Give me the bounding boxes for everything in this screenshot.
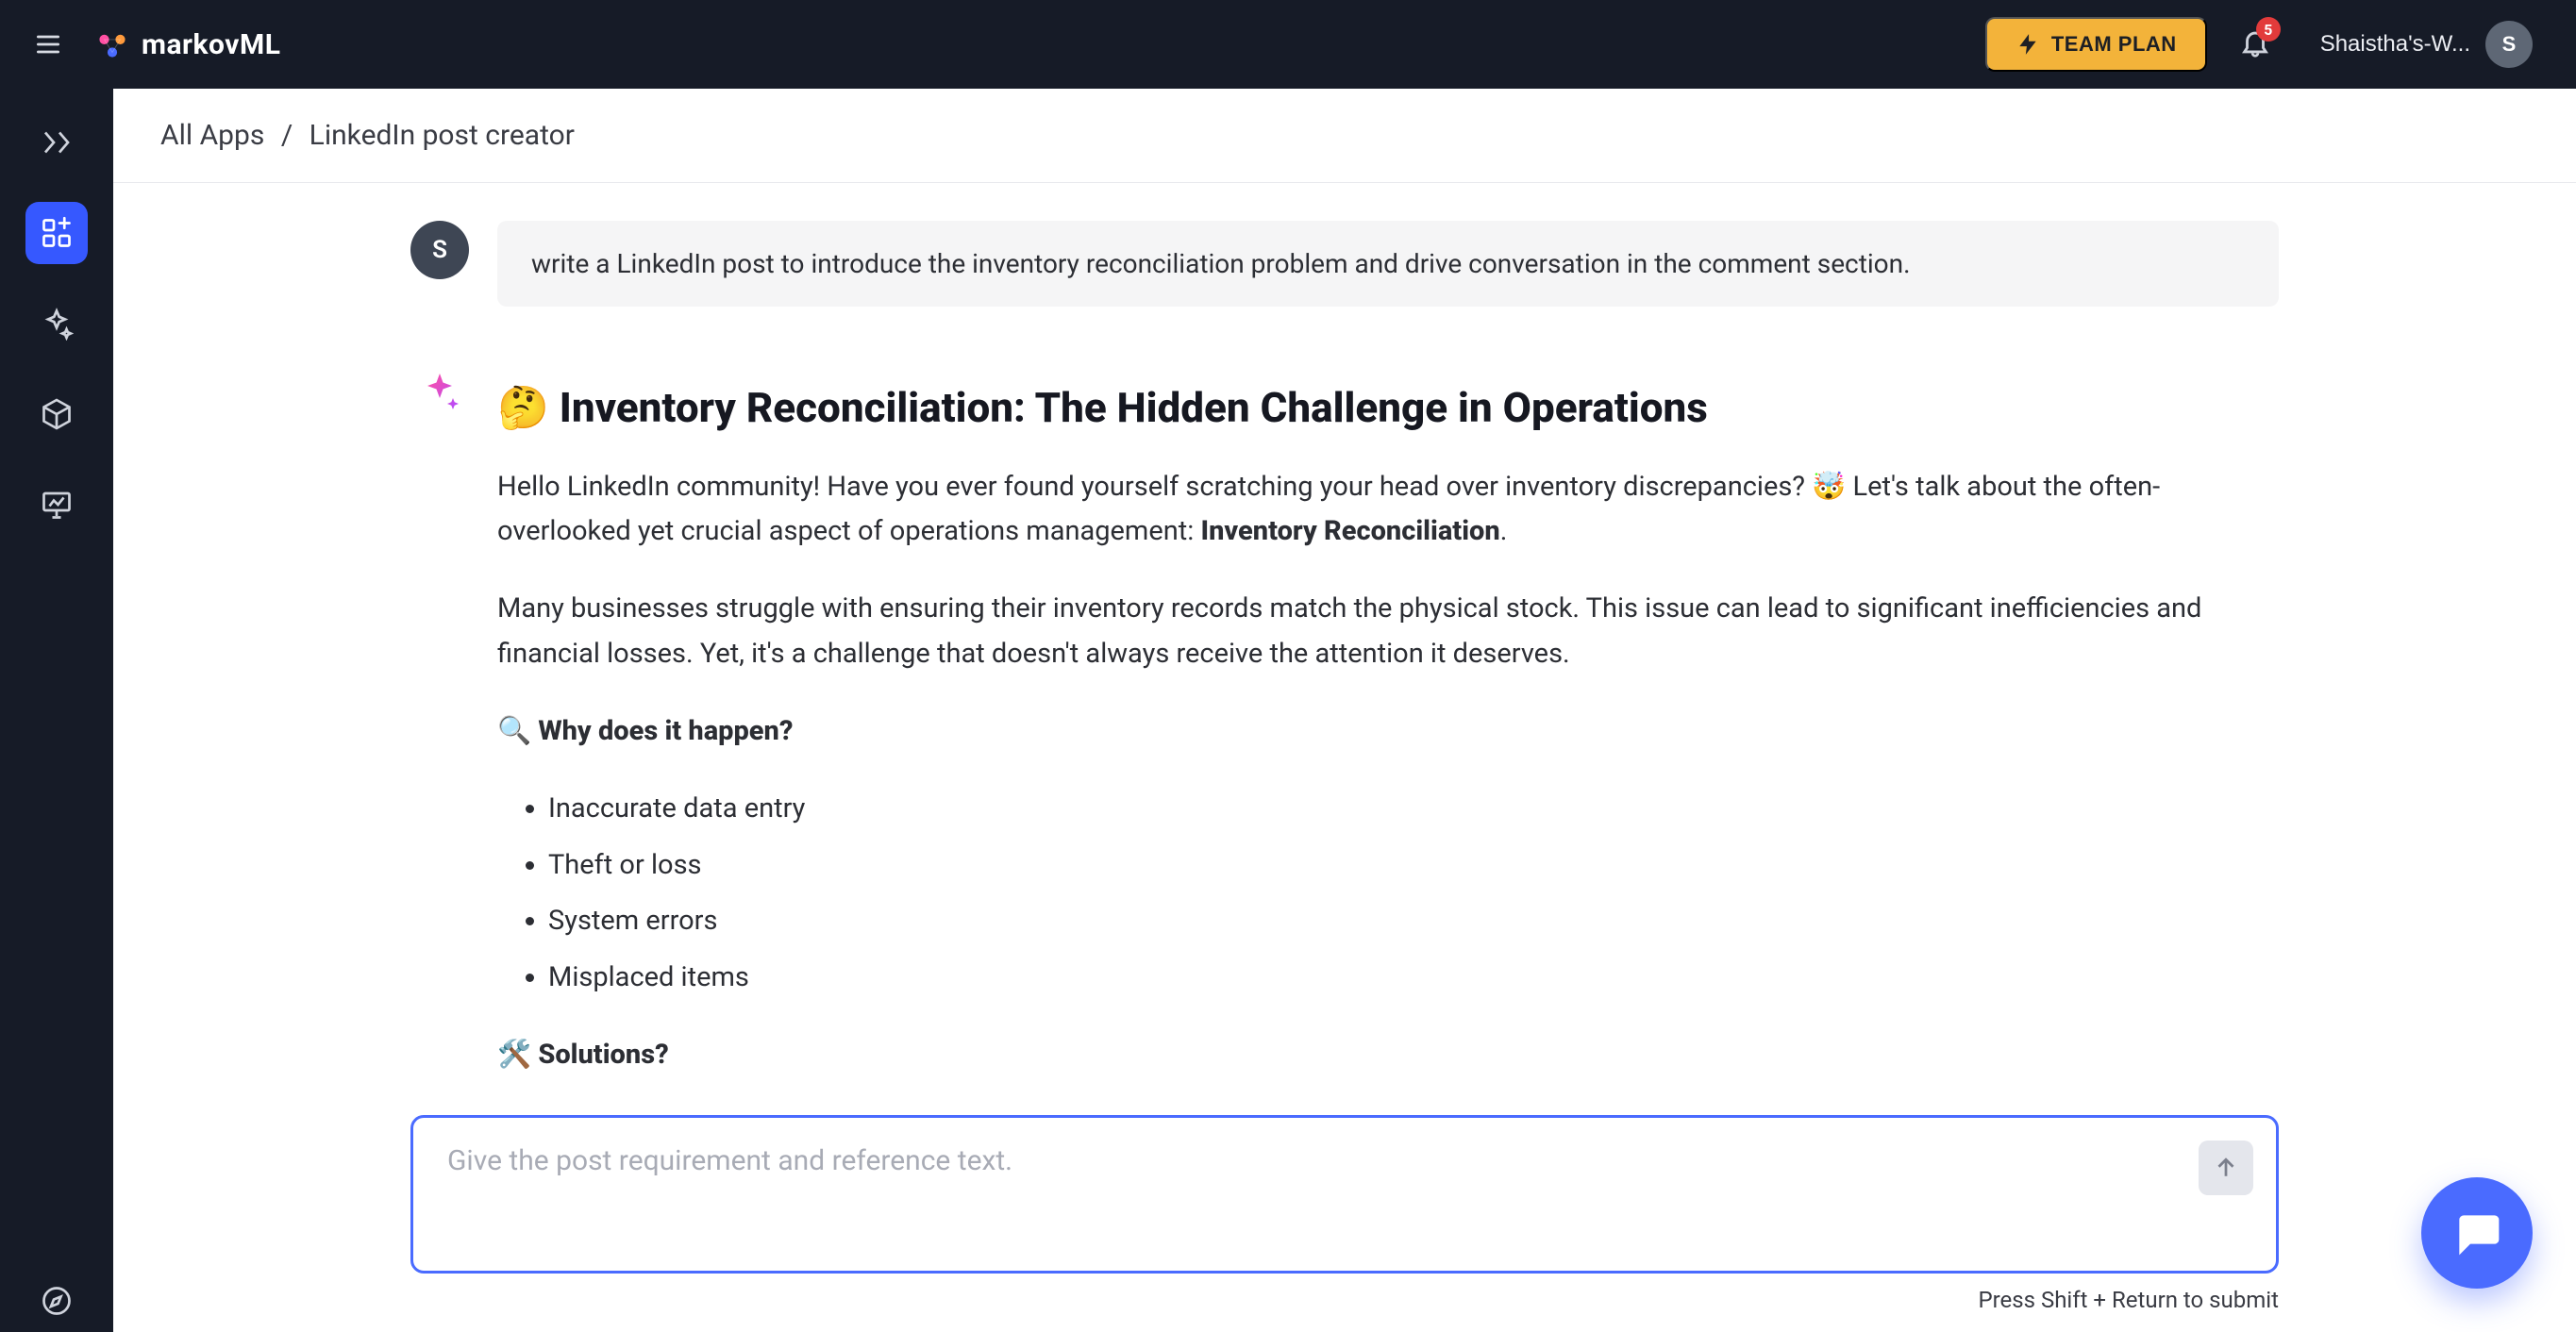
presentation-icon	[40, 488, 74, 522]
list-item: Theft or loss	[548, 843, 2279, 889]
support-chat-fab[interactable]	[2421, 1177, 2533, 1289]
cube-icon	[40, 397, 74, 431]
composer-wrap: Press Shift + Return to submit	[113, 1115, 2576, 1332]
ai-paragraph-1: Hello LinkedIn community! Have you ever …	[497, 465, 2279, 556]
flows-icon	[40, 125, 74, 159]
ai-paragraph-2: Many businesses struggle with ensuring t…	[497, 587, 2279, 677]
brand-name: markovML	[142, 28, 280, 61]
user-message-bubble: write a LinkedIn post to introduce the i…	[497, 221, 2279, 307]
nav-analytics[interactable]	[25, 474, 88, 536]
page-content: All Apps / LinkedIn post creator S write…	[113, 89, 2576, 1332]
arrow-up-icon	[2212, 1154, 2240, 1182]
breadcrumb-current: LinkedIn post creator	[309, 119, 575, 152]
user-avatar-small: S	[410, 221, 469, 279]
notification-count-badge: 5	[2256, 17, 2281, 42]
ai-message-row: 🤔 Inventory Reconciliation: The Hidden C…	[410, 363, 2279, 1110]
user-message-row: S write a LinkedIn post to introduce the…	[410, 221, 2279, 307]
apps-icon	[40, 216, 74, 250]
submit-hint: Press Shift + Return to submit	[410, 1287, 2279, 1313]
breadcrumb-separator: /	[281, 119, 293, 152]
breadcrumb: All Apps / LinkedIn post creator	[113, 89, 2576, 183]
nav-flows[interactable]	[25, 111, 88, 174]
nav-models[interactable]	[25, 383, 88, 445]
sparkle-gradient-icon	[417, 370, 462, 415]
list-item: Inaccurate data entry	[548, 787, 2279, 832]
chat-bubble-icon	[2451, 1207, 2503, 1259]
workspace-switcher[interactable]: Shaistha's-W... S	[2303, 13, 2550, 75]
ai-avatar	[410, 363, 469, 422]
notifications-button[interactable]: 5	[2239, 26, 2271, 62]
list-item: Misplaced items	[548, 956, 2279, 1001]
ai-why-heading: 🔍 Why does it happen?	[497, 709, 2279, 755]
lightning-icon	[2016, 32, 2040, 57]
menu-toggle-button[interactable]	[26, 23, 70, 66]
compass-icon	[40, 1284, 74, 1318]
ai-message-body: 🤔 Inventory Reconciliation: The Hidden C…	[497, 363, 2279, 1110]
nav-apps[interactable]	[25, 202, 88, 264]
topbar: markovML TEAM PLAN 5 Shaistha's-W... S	[0, 0, 2576, 89]
list-item: System errors	[548, 899, 2279, 944]
sparkle-icon	[40, 307, 74, 341]
left-nav-rail	[0, 89, 113, 1332]
workspace-label: Shaistha's-W...	[2320, 31, 2470, 58]
team-plan-label: TEAM PLAN	[2051, 32, 2177, 57]
ai-solutions-heading: 🛠️ Solutions?	[497, 1033, 2279, 1078]
nav-generate[interactable]	[25, 292, 88, 355]
conversation-scroll[interactable]: S write a LinkedIn post to introduce the…	[113, 183, 2576, 1115]
brand-logo[interactable]: markovML	[96, 28, 280, 61]
user-avatar: S	[2485, 21, 2533, 68]
breadcrumb-root-link[interactable]: All Apps	[160, 119, 264, 152]
ai-post-title: 🤔 Inventory Reconciliation: The Hidden C…	[497, 380, 2279, 436]
hamburger-icon	[33, 29, 63, 59]
prompt-box	[410, 1115, 2279, 1274]
send-button[interactable]	[2199, 1141, 2253, 1195]
prompt-input[interactable]	[447, 1144, 2172, 1182]
team-plan-button[interactable]: TEAM PLAN	[1985, 17, 2207, 72]
ai-why-list: Inaccurate data entry Theft or loss Syst…	[548, 787, 2279, 1001]
nav-explore[interactable]	[25, 1270, 88, 1332]
brand-mark-icon	[96, 28, 128, 60]
